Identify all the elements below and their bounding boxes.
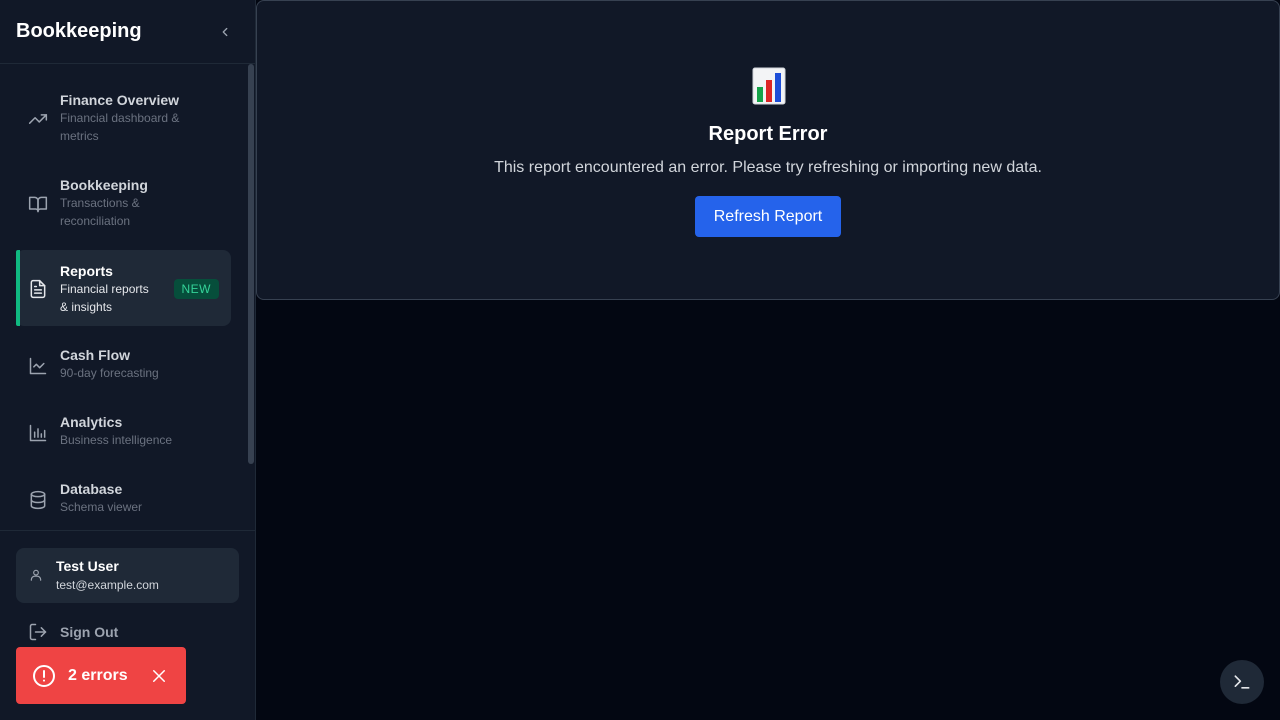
new-badge: NEW — [173, 279, 219, 299]
sidebar-item-label: Bookkeeping — [60, 177, 148, 193]
report-error-card: Report Error This report encountered an … — [256, 0, 1280, 300]
terminal-button[interactable] — [1220, 660, 1264, 704]
error-toast[interactable]: 2 errors — [16, 647, 186, 704]
bar-chart-emoji-icon — [752, 67, 786, 105]
sidebar-item-desc: Financial dashboard & metrics — [60, 111, 180, 143]
user-name: Test User — [56, 558, 119, 574]
sidebar: Bookkeeping Finance Overview Financial d… — [0, 0, 256, 720]
sidebar-item-label: Analytics — [60, 414, 123, 430]
sidebar-item-analytics[interactable]: Analytics Business intelligence — [16, 413, 231, 453]
sidebar-item-label: Finance Overview — [60, 92, 180, 108]
app-title: Bookkeeping — [16, 20, 142, 42]
alert-circle-icon — [32, 664, 56, 688]
sidebar-nav: Finance Overview Financial dashboard & m… — [0, 64, 256, 531]
chevron-left-icon — [222, 27, 228, 36]
sidebar-item-cash-flow[interactable]: Cash Flow 90-day forecasting — [16, 346, 231, 386]
sidebar-scrollbar[interactable] — [248, 64, 254, 464]
log-out-icon — [28, 622, 48, 642]
sidebar-item-desc: Schema viewer — [60, 500, 143, 514]
line-chart-icon — [28, 356, 48, 376]
user-icon — [29, 568, 43, 582]
sidebar-item-desc: Transactions & reconciliation — [60, 196, 140, 228]
sidebar-item-finance-overview[interactable]: Finance Overview Financial dashboard & m… — [16, 91, 231, 147]
refresh-report-button[interactable]: Refresh Report — [695, 196, 841, 237]
sidebar-item-label: Database — [60, 481, 123, 497]
sidebar-item-desc: Business intelligence — [60, 433, 173, 447]
trending-up-icon — [28, 109, 48, 129]
report-error-title: Report Error — [708, 123, 828, 145]
sidebar-item-database[interactable]: Database Schema viewer — [16, 480, 231, 520]
report-error-message: This report encountered an error. Please… — [494, 159, 1042, 176]
user-card[interactable]: Test User test@example.com — [16, 548, 239, 603]
active-indicator — [16, 250, 20, 326]
sign-out-button[interactable]: Sign Out — [28, 622, 118, 642]
sign-out-label: Sign Out — [60, 624, 119, 640]
sidebar-item-label: Reports — [60, 263, 113, 279]
error-count: 2 errors — [68, 666, 128, 684]
bar-chart-icon — [28, 423, 48, 443]
sidebar-item-label: Cash Flow — [60, 347, 131, 363]
sidebar-item-desc: 90-day forecasting — [60, 366, 159, 380]
sidebar-item-reports[interactable]: Reports Financial reports & insights NEW — [16, 250, 231, 326]
user-email: test@example.com — [56, 578, 159, 592]
collapse-sidebar-button[interactable] — [217, 24, 233, 40]
file-text-icon — [28, 279, 48, 299]
close-icon[interactable] — [150, 667, 168, 685]
sidebar-item-bookkeeping[interactable]: Bookkeeping Transactions & reconciliatio… — [16, 176, 231, 232]
sidebar-item-desc: Financial reports & insights — [60, 282, 149, 314]
database-icon — [28, 490, 48, 510]
terminal-icon — [1234, 675, 1250, 689]
book-open-icon — [28, 194, 48, 214]
sidebar-header: Bookkeeping — [0, 0, 255, 64]
